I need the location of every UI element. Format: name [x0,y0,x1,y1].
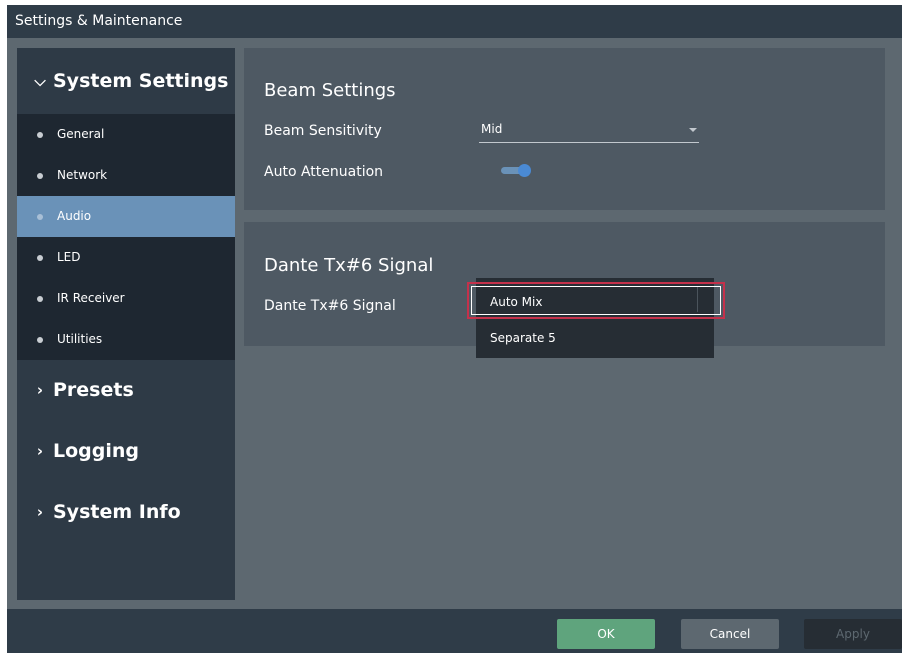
section-system-settings[interactable]: ⌵ System Settings [17,56,235,106]
sidebar-item-label: Utilities [57,332,103,346]
panel-title: Dante Tx#6 Signal [264,255,434,276]
apply-button[interactable]: Apply [804,619,902,649]
section-label: System Info [53,501,181,523]
chevron-down-icon: ⌵ [34,72,46,90]
ok-button[interactable]: OK [557,619,655,649]
sidebar-item-network[interactable]: Network [17,155,235,196]
dante-signal-label: Dante Tx#6 Signal [264,298,396,314]
selection-highlight [467,282,725,319]
beam-sensitivity-label: Beam Sensitivity [264,123,382,139]
system-settings-list: General Network Audio LED IR Receiver Ut… [17,114,235,360]
bullet-dot-icon [37,296,43,302]
bullet-dot-icon [37,132,43,138]
chevron-right-icon: › [36,442,44,460]
dropdown-option-separate-5[interactable]: Separate 5 [476,320,714,356]
sidebar-item-label: IR Receiver [57,291,125,305]
highlight-inner-border [471,286,721,315]
cancel-button[interactable]: Cancel [681,619,779,649]
bullet-dot-icon [37,214,43,220]
bullet-dot-icon [37,255,43,261]
settings-window: Settings & Maintenance ⌵ System Settings… [7,5,902,653]
beam-sensitivity-select[interactable]: Mid [479,120,699,143]
auto-attenuation-label: Auto Attenuation [264,164,384,180]
sidebar-item-general[interactable]: General [17,114,235,155]
auto-attenuation-toggle[interactable] [501,164,533,177]
sidebar-item-label: General [57,127,105,141]
beam-settings-panel: Beam Settings Beam Sensitivity Mid Auto … [244,48,885,210]
window-title: Settings & Maintenance [15,13,183,29]
section-label: Presets [53,379,134,401]
section-label: System Settings [53,70,229,92]
bullet-dot-icon [37,337,43,343]
chevron-right-icon: › [36,381,44,399]
section-system-info[interactable]: › System Info [17,487,235,537]
section-label: Logging [53,440,140,462]
select-value: Mid [481,122,503,136]
sidebar-item-label: LED [57,250,81,264]
section-presets[interactable]: › Presets [17,365,235,415]
sidebar-item-ir-receiver[interactable]: IR Receiver [17,278,235,319]
dropdown-option-label: Separate 5 [490,331,556,345]
sidebar-item-label: Network [57,168,108,182]
toggle-knob [518,164,531,177]
sidebar-item-audio[interactable]: Audio [17,196,235,237]
footer-bar: OK Cancel Apply [7,609,902,653]
sidebar-item-led[interactable]: LED [17,237,235,278]
panel-title: Beam Settings [264,80,396,101]
sidebar-item-label: Audio [57,209,92,223]
title-bar: Settings & Maintenance [7,5,902,38]
sidebar: ⌵ System Settings General Network Audio … [17,48,235,600]
bullet-dot-icon [37,173,43,179]
section-logging[interactable]: › Logging [17,426,235,476]
chevron-right-icon: › [36,503,44,521]
sidebar-item-utilities[interactable]: Utilities [17,319,235,360]
caret-down-icon [689,128,697,132]
